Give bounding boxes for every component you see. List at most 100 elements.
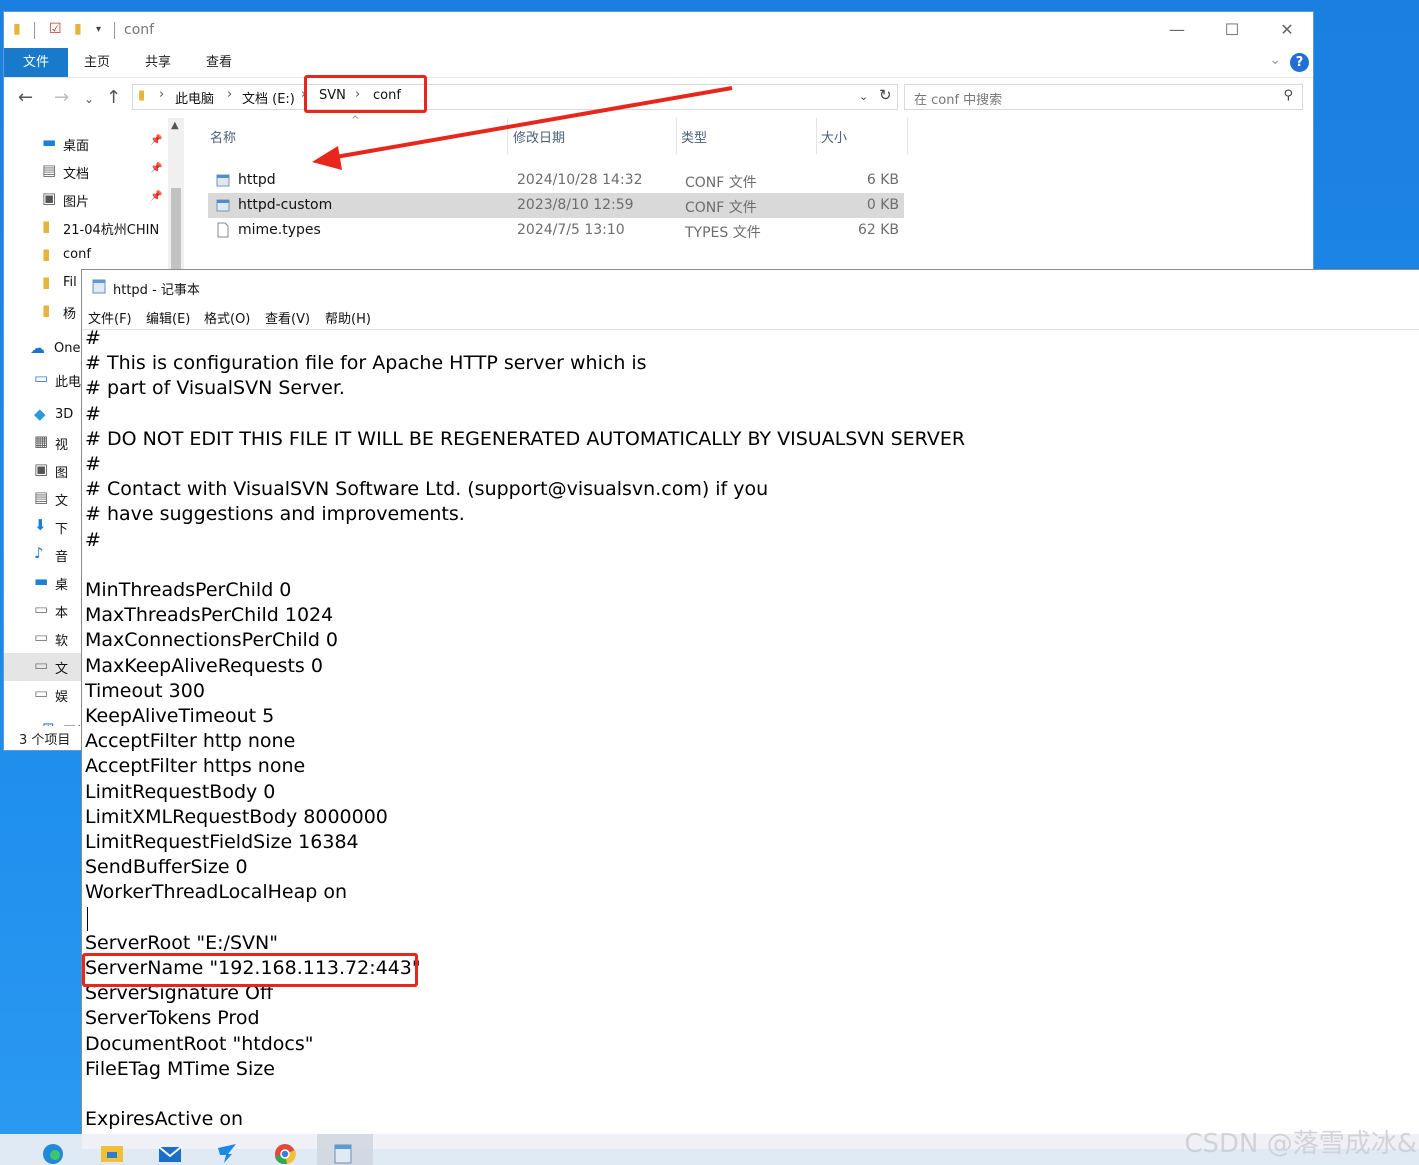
notepad-window: httpd - 记事本 文件(F) 编辑(E) 格式(O) 查看(V) 帮助(H…: [81, 269, 1419, 1149]
address-dropdown-icon[interactable]: ⌄: [859, 90, 868, 103]
refresh-icon[interactable]: ↻: [879, 86, 892, 104]
dingtalk-icon[interactable]: [214, 1140, 240, 1164]
drive-icon: ▭: [34, 656, 49, 674]
recent-locations-icon[interactable]: ⌄: [84, 92, 94, 106]
file-list: ^ 名称 修改日期 类型 大小 httpd 2024/10/28 14:32 C…: [204, 115, 1304, 268]
help-button[interactable]: ?: [1290, 53, 1309, 72]
expand-ribbon-icon[interactable]: ⌄: [1269, 52, 1281, 68]
sidebar-item-label: 娱: [55, 690, 69, 705]
music-icon: ♪: [34, 544, 44, 562]
download-icon: ⬇: [34, 516, 47, 534]
properties-icon[interactable]: ☑: [49, 21, 62, 37]
folder-icon: ▮: [138, 88, 146, 103]
text-line: AcceptFilter https none: [85, 755, 306, 778]
forward-icon[interactable]: →: [54, 87, 69, 108]
breadcrumb-this-pc[interactable]: 此电脑: [175, 88, 214, 107]
text-line: MaxConnectionsPerChild 0: [85, 629, 339, 652]
desktop-icon: ▬: [42, 133, 57, 151]
text-line: MinThreadsPerChild 0: [85, 579, 292, 601]
pin-icon: 📌: [150, 163, 163, 174]
text-line: #: [85, 453, 101, 475]
column-name[interactable]: 名称: [210, 127, 236, 146]
breadcrumb-drive[interactable]: 文档 (E:): [242, 88, 295, 107]
sidebar-item[interactable]: ▬ 桌面 📌: [4, 130, 180, 158]
sidebar-item-label: One: [54, 341, 81, 356]
file-row-httpd-custom[interactable]: httpd-custom 2023/8/10 12:59 CONF 文件 0 K…: [208, 193, 904, 218]
menu-file[interactable]: 文件(F): [88, 308, 132, 327]
folder-icon: ▮: [42, 217, 51, 235]
sidebar-item-label: 下: [55, 522, 69, 537]
text-line: LimitRequestFieldSize 16384: [85, 831, 359, 853]
minimize-button[interactable]: —: [1154, 16, 1200, 44]
notepad-text-area[interactable]: # # This is configuration file for Apache…: [85, 327, 1419, 1149]
file-row-mime-types[interactable]: mime.types 2024/7/5 13:10 TYPES 文件 62 KB: [208, 218, 904, 243]
search-input[interactable]: 在 conf 中搜索 ⚲: [904, 84, 1303, 110]
tab-view[interactable]: 查看: [206, 48, 232, 77]
text-line: Timeout 300: [85, 679, 205, 702]
quick-access-dropdown-icon[interactable]: ▾: [96, 24, 101, 35]
column-date[interactable]: 修改日期: [513, 127, 565, 146]
text-line: #: [85, 327, 101, 349]
breadcrumb-highlight-box: [304, 75, 427, 113]
menu-edit[interactable]: 编辑(E): [146, 308, 190, 327]
3d-objects-icon: ◆: [34, 405, 46, 423]
onedrive-icon: ☁: [30, 339, 45, 357]
menu-view[interactable]: 查看(V): [265, 308, 310, 327]
sidebar-item[interactable]: ▮ conf: [4, 242, 180, 270]
drive-icon: ▭: [34, 628, 49, 646]
video-icon: ▦: [34, 432, 49, 450]
text-line: # Contact with VisualSVN Software Ltd. (…: [85, 478, 769, 501]
window-title: conf: [124, 22, 155, 38]
sidebar-item-label: 软: [55, 634, 69, 649]
notepad-menubar: 文件(F) 编辑(E) 格式(O) 查看(V) 帮助(H): [82, 303, 1419, 330]
file-icon: [217, 222, 229, 238]
conf-file-icon: [216, 174, 230, 187]
menu-format[interactable]: 格式(O): [204, 308, 250, 327]
sidebar-item-label: 3D: [55, 407, 74, 422]
drive-icon: ▭: [34, 600, 49, 618]
tab-home[interactable]: 主页: [84, 48, 110, 77]
new-folder-icon[interactable]: ▮: [74, 21, 82, 37]
sidebar-item[interactable]: ▤ 文档 📌: [4, 158, 180, 186]
back-icon[interactable]: ←: [18, 87, 33, 108]
maximize-button[interactable]: ☐: [1209, 16, 1255, 44]
sort-ascending-icon: ^: [351, 115, 360, 126]
text-caret: [87, 906, 88, 931]
sidebar-item-label: 桌: [55, 578, 69, 593]
sidebar-item-label: 文: [55, 494, 69, 509]
text-line: FileETag MTime Size: [85, 1057, 275, 1080]
sidebar-item-label: Fil: [63, 275, 77, 290]
notepad-icon[interactable]: [330, 1140, 356, 1164]
menu-help[interactable]: 帮助(H): [325, 308, 371, 327]
picture-icon: ▣: [34, 460, 49, 478]
text-line: DocumentRoot "htdocs": [85, 1032, 314, 1055]
up-icon[interactable]: ↑: [106, 87, 121, 108]
sidebar-item-label: 视: [55, 438, 69, 453]
explorer-titlebar: ▮ ☑ ▮ ▾ conf — ☐ ✕: [4, 12, 1313, 48]
sidebar-item-label: 图: [55, 466, 69, 481]
edge-icon[interactable]: [40, 1140, 66, 1164]
sidebar-item[interactable]: ▣ 图片 📌: [4, 186, 180, 214]
close-button[interactable]: ✕: [1264, 16, 1310, 44]
chrome-icon[interactable]: [272, 1140, 298, 1164]
file-row-httpd[interactable]: httpd 2024/10/28 14:32 CONF 文件 6 KB: [208, 168, 904, 193]
sidebar-item-label: 图片: [63, 195, 90, 210]
mail-icon[interactable]: [157, 1140, 183, 1164]
column-type[interactable]: 类型: [681, 127, 707, 146]
text-line: # part of VisualSVN Server.: [85, 377, 345, 400]
text-line: # DO NOT EDIT THIS FILE IT WILL BE REGEN…: [85, 427, 966, 450]
text-line: SendBufferSize 0: [85, 856, 248, 879]
file-explorer-icon[interactable]: [99, 1140, 125, 1164]
sidebar-item-label: 音: [55, 550, 69, 565]
tab-file[interactable]: 文件: [4, 48, 68, 77]
text-line: WorkerThreadLocalHeap on: [85, 881, 348, 904]
folder-icon: ▮: [42, 273, 51, 291]
text-line: KeepAliveTimeout 5: [85, 705, 275, 727]
column-size[interactable]: 大小: [821, 127, 847, 146]
address-bar[interactable]: ▮ › 此电脑 › 文档 (E:) › SVN › conf ⌄ ↻: [132, 84, 898, 110]
this-pc-icon: ▭: [34, 369, 49, 387]
text-line: AcceptFilter http none: [85, 730, 296, 753]
sidebar-item[interactable]: ▮ 21-04杭州CHIN: [4, 214, 180, 242]
tab-share[interactable]: 共享: [145, 48, 171, 77]
desktop-icon: ▬: [34, 572, 49, 590]
